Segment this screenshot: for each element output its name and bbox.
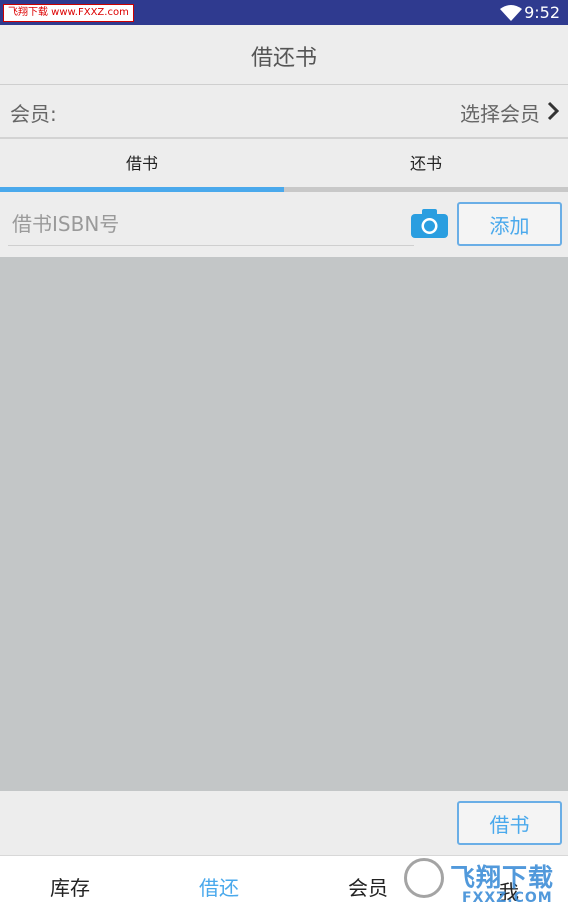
watermark-logo-text: 飞翔下载 bbox=[450, 863, 555, 892]
tab-borrow[interactable]: 借书 bbox=[0, 139, 284, 189]
tab-return[interactable]: 还书 bbox=[284, 139, 568, 189]
status-time: 9:52 bbox=[524, 3, 560, 22]
watermark-logo: 飞翔下载 FXXZ.COM bbox=[402, 855, 568, 914]
page-title: 借还书 bbox=[250, 46, 317, 71]
isbn-input[interactable] bbox=[8, 203, 414, 246]
wifi-icon bbox=[500, 5, 522, 21]
watermark-logo-sub: FXXZ.COM bbox=[462, 890, 553, 906]
book-list bbox=[0, 257, 568, 791]
app-bar: 借还书 bbox=[0, 25, 568, 85]
action-row: 借书 bbox=[0, 791, 568, 855]
watermark-logo-icon bbox=[404, 858, 444, 898]
nav-borrow-return[interactable]: 借还 bbox=[199, 872, 239, 901]
isbn-row: 添加 bbox=[0, 193, 568, 257]
tab-bar: 借书 还书 bbox=[0, 139, 568, 193]
borrow-button[interactable]: 借书 bbox=[457, 801, 562, 845]
select-member-link[interactable]: 选择会员 bbox=[460, 98, 540, 127]
nav-member[interactable]: 会员 bbox=[348, 872, 388, 901]
member-label: 会员: bbox=[10, 102, 57, 126]
add-button[interactable]: 添加 bbox=[457, 202, 562, 246]
watermark-badge: 飞翔下载 www.FXXZ.com bbox=[3, 4, 134, 22]
chevron-right-icon[interactable] bbox=[547, 101, 559, 121]
member-row[interactable]: 会员: 选择会员 bbox=[0, 85, 568, 139]
status-bar: 飞翔下载 www.FXXZ.com 9:52 bbox=[0, 0, 568, 25]
nav-inventory[interactable]: 库存 bbox=[50, 872, 90, 901]
camera-icon[interactable] bbox=[411, 208, 448, 238]
tab-indicator bbox=[0, 187, 284, 192]
